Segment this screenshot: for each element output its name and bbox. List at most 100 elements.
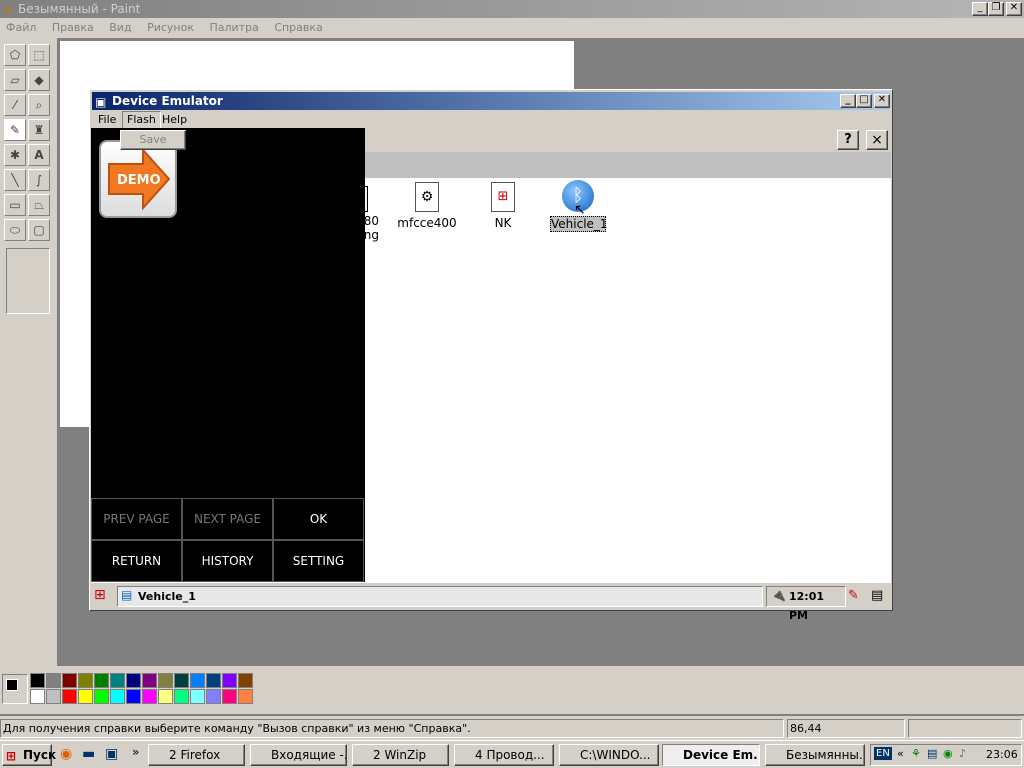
emulator-maximize-button[interactable]: □ <box>856 94 872 108</box>
rectangle-icon[interactable]: ▭ <box>4 194 26 216</box>
tray-speaker-icon[interactable]: ♪ <box>959 747 966 760</box>
palette-swatch[interactable] <box>46 689 61 704</box>
palette-swatch[interactable] <box>190 689 205 704</box>
emulator-menu-help[interactable]: Help <box>162 110 187 129</box>
tray-expand-icon[interactable]: « <box>897 747 904 760</box>
menu-image[interactable]: Рисунок <box>147 21 194 34</box>
icon-label-mfcce400: mfcce400 <box>397 216 457 230</box>
return-button[interactable]: RETURN <box>91 540 182 582</box>
status-size <box>908 719 1022 738</box>
emulator-menu-flash[interactable]: Flash <box>122 111 161 129</box>
demo-logo[interactable]: DEMO <box>99 140 177 218</box>
ce-task-vehicle[interactable]: Vehicle_1 <box>117 586 763 607</box>
text-icon[interactable]: A <box>28 144 50 166</box>
cmd-quick-icon[interactable]: ▬ <box>82 746 95 762</box>
tray-network-icon[interactable]: ⚘ <box>911 747 921 760</box>
save-quick-icon[interactable]: ▣ <box>105 746 118 762</box>
setting-button[interactable]: SETTING <box>273 540 364 582</box>
tray-monitor-icon[interactable]: ▤ <box>927 747 937 760</box>
lang-indicator[interactable]: EN <box>874 747 892 760</box>
flash-menu-save[interactable]: Save <box>120 130 186 150</box>
ce-start-icon[interactable]: ⊞ <box>94 587 106 603</box>
airbrush-icon[interactable]: ✱ <box>4 144 26 166</box>
palette-swatch[interactable] <box>46 673 61 688</box>
history-button[interactable]: HISTORY <box>182 540 273 582</box>
brush-icon[interactable]: ♜ <box>28 119 50 141</box>
prev-page-button[interactable]: PREV PAGE <box>91 498 182 540</box>
ellipse-icon[interactable]: ⬭ <box>4 219 26 241</box>
emulator-close-button[interactable]: ✕ <box>874 94 890 108</box>
magnifier-icon[interactable]: ⌕ <box>28 94 50 116</box>
toolbox: ⬠ ⬚ ▱ ◆ ⁄ ⌕ ✎ ♜ ✱ A ╲ ∫ ▭ ⏢ ⬭ ▢ <box>0 38 56 666</box>
tray-av-icon[interactable]: ◉ <box>943 747 953 760</box>
palette-swatch[interactable] <box>126 689 141 704</box>
palette-swatch[interactable] <box>158 689 173 704</box>
palette-swatch[interactable] <box>238 673 253 688</box>
palette-swatch[interactable] <box>158 673 173 688</box>
palette-swatch[interactable] <box>30 689 45 704</box>
task-paint[interactable]: Безымянны... <box>765 744 865 766</box>
menu-colors[interactable]: Палитра <box>209 21 258 34</box>
palette-swatch[interactable] <box>206 673 221 688</box>
minimize-button[interactable]: _ <box>972 2 988 16</box>
ok-button[interactable]: OK <box>273 498 364 540</box>
palette-swatch[interactable] <box>110 689 125 704</box>
system-tray: EN « ⚘ ▤ ◉ ♪ 23:06 <box>870 744 1022 766</box>
palette-swatch[interactable] <box>174 673 189 688</box>
close-button[interactable]: ✕ <box>1006 2 1022 16</box>
start-button[interactable]: ⊞ Пуск <box>2 744 56 766</box>
next-page-button[interactable]: NEXT PAGE <box>182 498 273 540</box>
menu-view[interactable]: Вид <box>109 21 131 34</box>
ce-pen-icon[interactable]: ✎ <box>848 588 859 603</box>
ce-desktop-icon[interactable]: ▤ <box>871 588 883 603</box>
current-colors[interactable] <box>2 674 28 704</box>
rect-select-icon[interactable]: ⬚ <box>28 44 50 66</box>
more-chevron-icon[interactable]: » <box>132 745 139 759</box>
palette-swatch[interactable] <box>190 673 205 688</box>
restore-button[interactable]: ❐ <box>988 2 1004 16</box>
emulator-menu-bar: File Flash Help <box>92 110 890 129</box>
palette-swatch[interactable] <box>142 689 157 704</box>
palette-swatch[interactable] <box>30 673 45 688</box>
palette-swatch[interactable] <box>110 673 125 688</box>
task-winzip[interactable]: 2 WinZip <box>352 744 449 766</box>
menu-help[interactable]: Справка <box>274 21 322 34</box>
pencil-icon[interactable]: ✎ <box>4 119 26 141</box>
free-select-icon[interactable]: ⬠ <box>4 44 26 66</box>
palette-swatch[interactable] <box>94 689 109 704</box>
icon-nk[interactable]: ⊞ NK <box>463 182 543 230</box>
task-inbox[interactable]: Входящие -... <box>250 744 347 766</box>
polygon-icon[interactable]: ⏢ <box>28 194 50 216</box>
palette-swatch[interactable] <box>142 673 157 688</box>
menu-edit[interactable]: Правка <box>52 21 94 34</box>
firefox-quick-icon[interactable]: ◉ <box>60 746 72 762</box>
palette-swatch[interactable] <box>174 689 189 704</box>
palette-swatch[interactable] <box>78 673 93 688</box>
rounded-rect-icon[interactable]: ▢ <box>28 219 50 241</box>
emulator-menu-file[interactable]: File <box>98 110 116 129</box>
task-explorer[interactable]: 4 Провод... <box>454 744 554 766</box>
fill-icon[interactable]: ◆ <box>28 69 50 91</box>
task-cmd[interactable]: C:\WINDO... <box>559 744 659 766</box>
palette-swatch[interactable] <box>126 673 141 688</box>
eraser-icon[interactable]: ▱ <box>4 69 26 91</box>
palette-swatch[interactable] <box>62 673 77 688</box>
tool-options[interactable] <box>6 248 50 314</box>
menu-file[interactable]: Файл <box>6 21 36 34</box>
curve-icon[interactable]: ∫ <box>28 169 50 191</box>
line-icon[interactable]: ╲ <box>4 169 26 191</box>
palette-swatch[interactable] <box>94 673 109 688</box>
palette-swatch[interactable] <box>78 689 93 704</box>
ce-help-button[interactable]: ? <box>837 130 859 150</box>
picker-icon[interactable]: ⁄ <box>4 94 26 116</box>
icon-mfcce400[interactable]: ⚙ mfcce400 <box>387 182 467 230</box>
palette-swatch[interactable] <box>238 689 253 704</box>
palette-swatch[interactable] <box>206 689 221 704</box>
emulator-minimize-button[interactable]: _ <box>840 94 856 108</box>
palette-swatch[interactable] <box>62 689 77 704</box>
task-device-emulator[interactable]: Device Em... <box>662 744 760 766</box>
ce-close-button[interactable]: × <box>866 130 888 150</box>
task-firefox[interactable]: 2 Firefox <box>148 744 245 766</box>
palette-swatch[interactable] <box>222 673 237 688</box>
palette-swatch[interactable] <box>222 689 237 704</box>
